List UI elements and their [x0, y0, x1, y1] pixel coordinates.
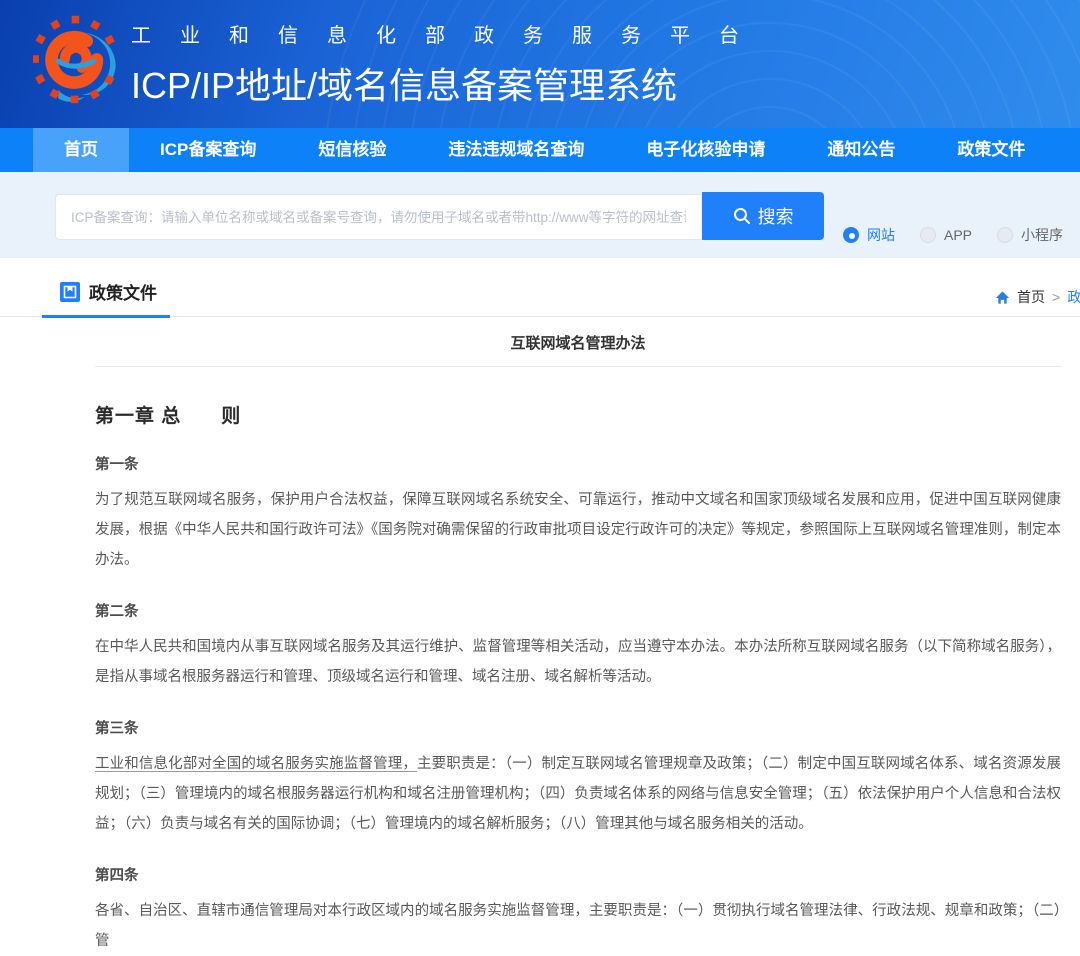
document-body: 互联网域名管理办法 第一章 总 则 第一条为了规范互联网域名服务，保护用户合法权… [95, 317, 1061, 956]
search-type-radio-3[interactable]: 小程序 [997, 225, 1063, 245]
article-1-heading: 第一条 [95, 453, 1061, 474]
nav-item-6[interactable]: 通知公告 [796, 128, 926, 172]
radio-label: 小程序 [1021, 225, 1063, 245]
home-icon [995, 290, 1010, 305]
radio-unselected-icon[interactable] [997, 227, 1013, 243]
radio-unselected-icon[interactable] [920, 227, 936, 243]
nav-item-1[interactable]: 首页 [33, 128, 129, 172]
nav-item-2[interactable]: ICP备案查询 [129, 128, 287, 172]
section-title: 政策文件 [60, 279, 157, 304]
article-1-text: 为了规范互联网域名服务，保护用户合法权益，保障互联网域名系统安全、可靠运行，推动… [95, 485, 1061, 575]
article-4-heading: 第四条 [95, 864, 1061, 885]
article-2-text: 在中华人民共和国境内从事互联网域名服务及其运行维护、监督管理等相关活动，应当遵守… [95, 632, 1061, 692]
article-4-text: 各省、自治区、直辖市通信管理局对本行政区域内的域名服务实施监督管理，主要职责是：… [95, 896, 1061, 956]
search-icon [733, 207, 751, 225]
main-nav: 首页ICP备案查询短信核验违法违规域名查询电子化核验申请通知公告政策文件 [0, 128, 1080, 172]
nav-item-5[interactable]: 电子化核验申请 [615, 128, 796, 172]
article-3-underlined-lead: 工业和信息化部对全国的域名服务实施监督管理， [95, 756, 417, 772]
section-title-label: 政策文件 [89, 279, 157, 304]
search-type-radio-1[interactable]: 网站 [843, 225, 895, 245]
articles-container: 第一条为了规范互联网域名服务，保护用户合法权益，保障互联网域名系统安全、可靠运行… [95, 453, 1061, 956]
header-titles: 工业和信息化部政务服务平台 ICP/IP地址/域名信息备案管理系统 [131, 19, 768, 109]
radio-label: APP [944, 227, 972, 243]
nav-item-4[interactable]: 违法违规域名查询 [417, 128, 615, 172]
site-header: 工业和信息化部政务服务平台 ICP/IP地址/域名信息备案管理系统 [0, 0, 1080, 128]
system-title: ICP/IP地址/域名信息备案管理系统 [131, 57, 768, 109]
gear-e-logo-icon [33, 9, 117, 115]
search-input[interactable] [55, 194, 701, 240]
breadcrumb-current[interactable]: 政策文件 [1067, 287, 1080, 307]
article-3-heading: 第三条 [95, 717, 1061, 738]
search-button-label: 搜索 [758, 203, 794, 229]
document-title: 互联网域名管理办法 [95, 317, 1061, 366]
policy-book-icon [60, 282, 80, 302]
radio-label: 网站 [867, 225, 895, 245]
chapter-heading: 第一章 总 则 [95, 401, 1061, 428]
search-band: 搜索 网站APP小程序快应用 [0, 172, 1080, 258]
section-header: 政策文件 首页 > 政策文件 [0, 258, 1080, 317]
breadcrumb: 首页 > 政策文件 [995, 287, 1080, 307]
article-3-text: 工业和信息化部对全国的域名服务实施监督管理，主要职责是：（一）制定互联网域名管理… [95, 749, 1061, 839]
section-title-underline [42, 315, 170, 318]
search-type-radio-2[interactable]: APP [920, 227, 972, 243]
breadcrumb-separator: > [1052, 289, 1060, 305]
platform-title: 工业和信息化部政务服务平台 [131, 19, 768, 48]
miit-logo-icon [33, 9, 117, 120]
search-button[interactable]: 搜索 [702, 192, 824, 240]
nav-item-7[interactable]: 政策文件 [926, 128, 1056, 172]
nav-item-3[interactable]: 短信核验 [287, 128, 417, 172]
radio-selected-icon[interactable] [843, 227, 859, 243]
breadcrumb-home[interactable]: 首页 [1017, 287, 1045, 307]
document-divider [95, 366, 1061, 367]
article-2-heading: 第二条 [95, 600, 1061, 621]
search-type-radio-group: 网站APP小程序快应用 [843, 225, 1080, 245]
